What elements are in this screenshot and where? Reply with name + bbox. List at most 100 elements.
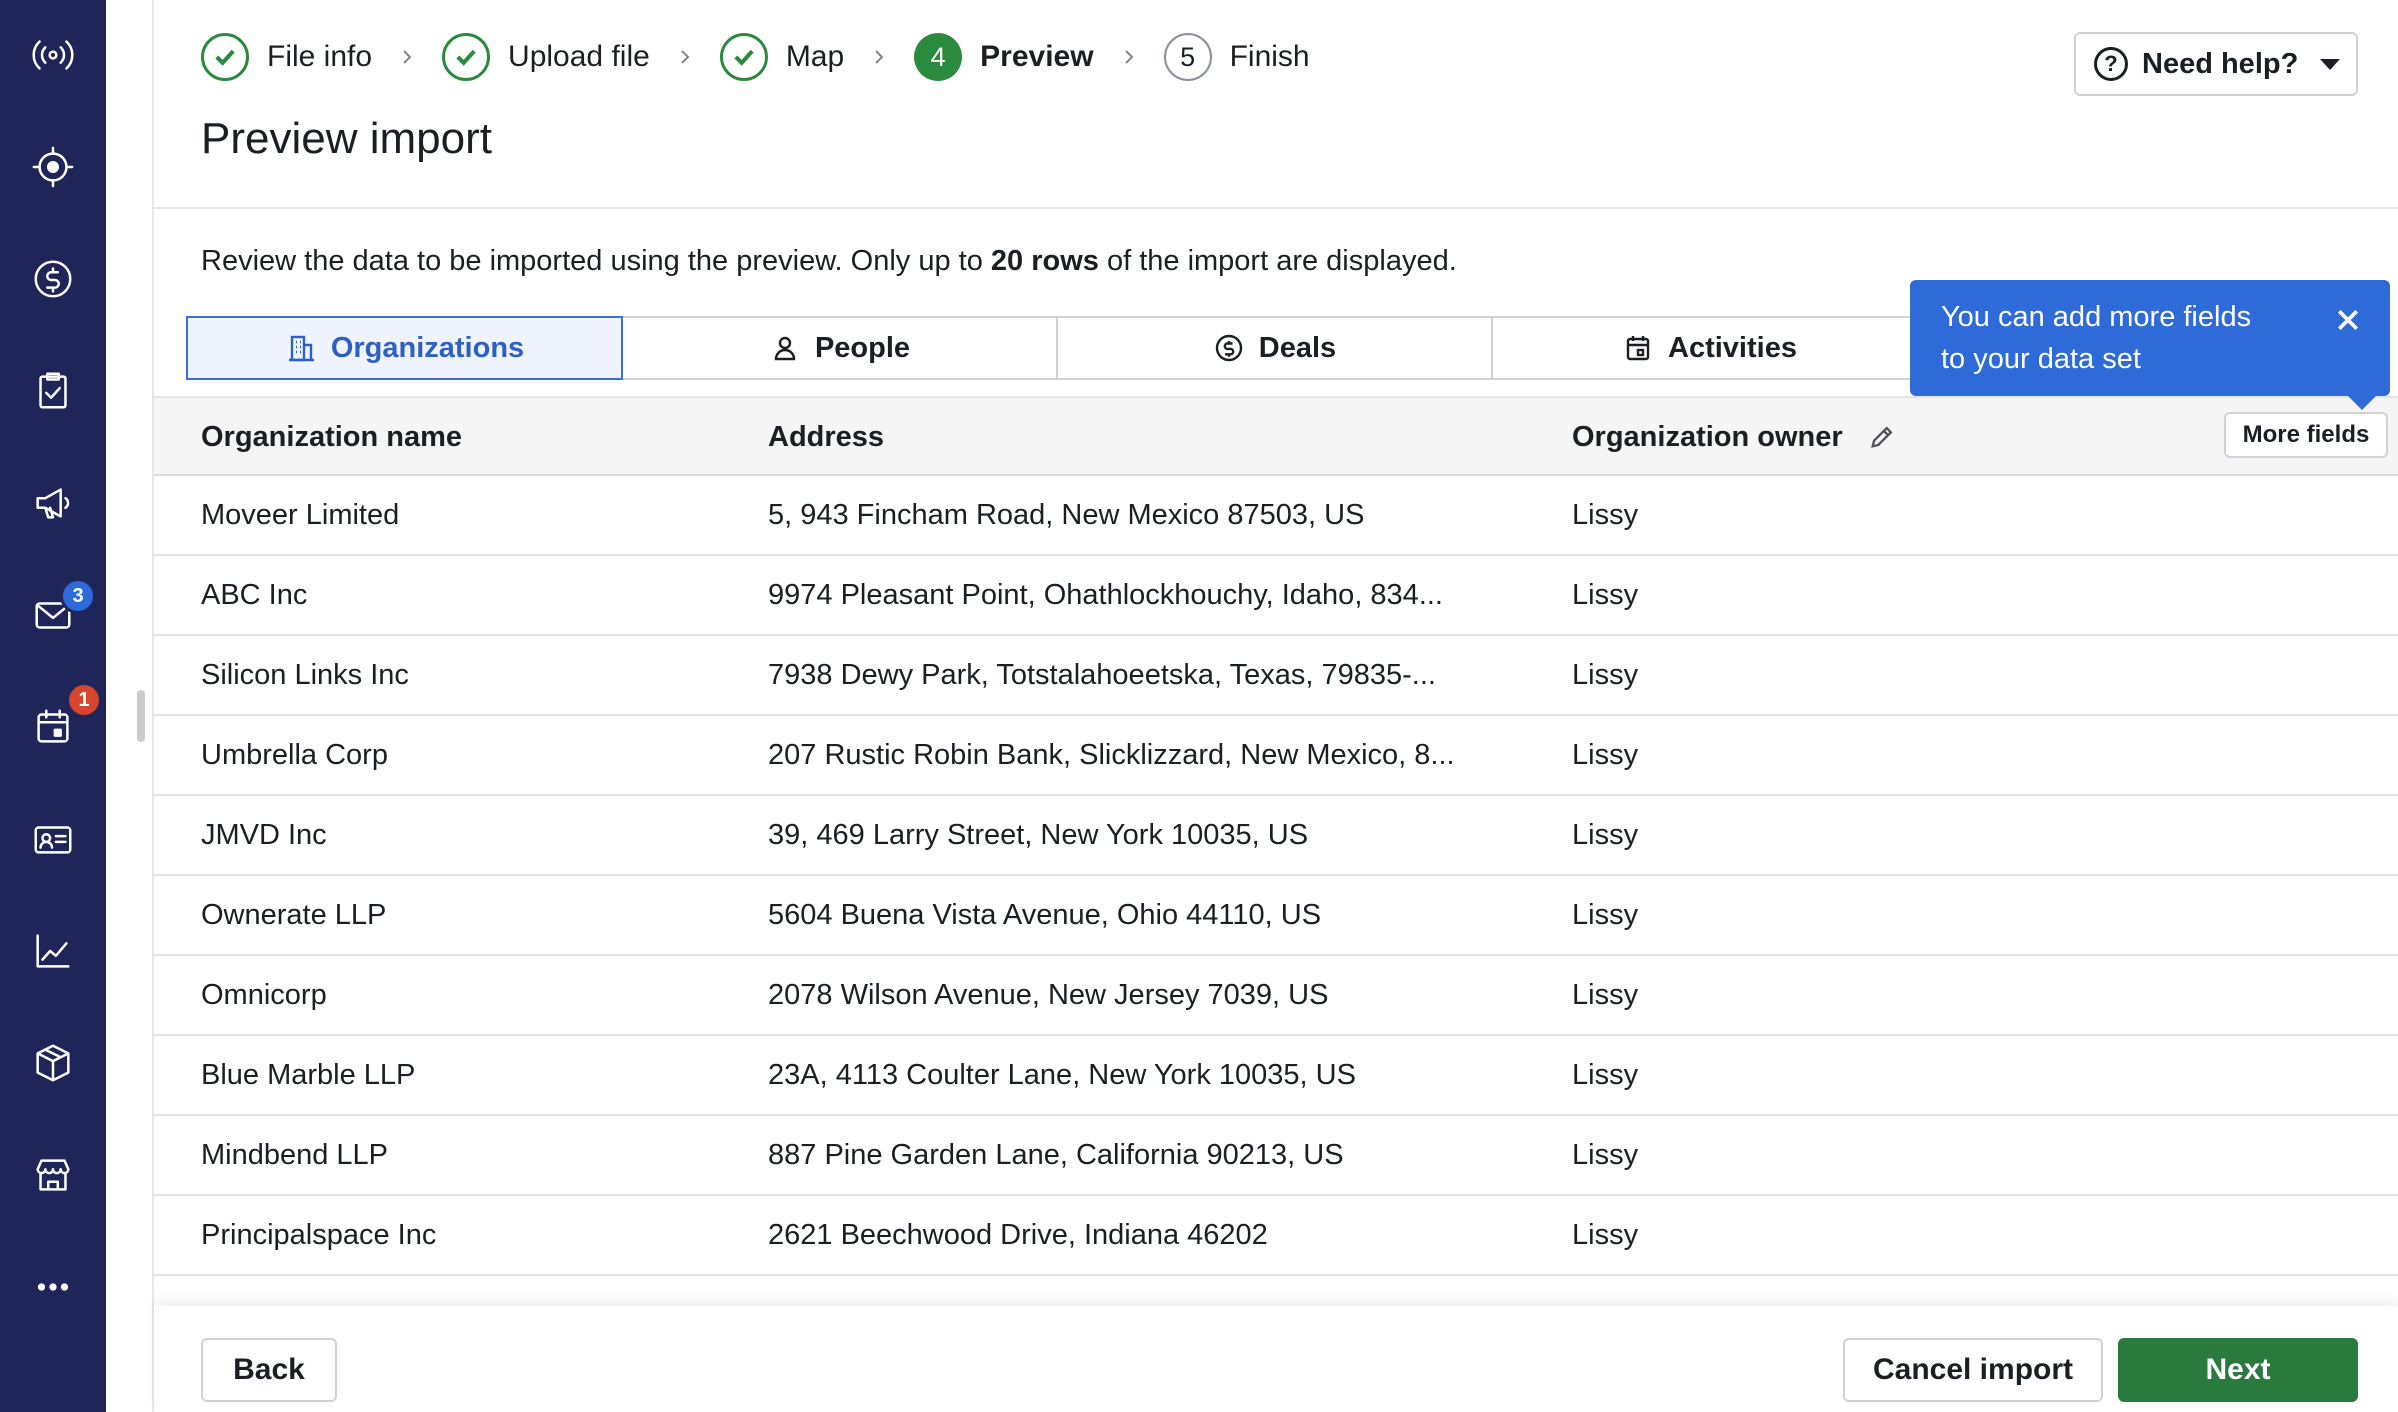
step-map: Map xyxy=(719,33,844,81)
table-header: Organization name Address Organization o… xyxy=(154,396,2398,476)
preview-description: Review the data to be imported using the… xyxy=(201,245,1457,278)
step-upload-file: Upload file xyxy=(442,33,650,81)
table-row: Mindbend LLP 887 Pine Garden Lane, Calif… xyxy=(154,1116,2398,1196)
step-label: File info xyxy=(267,40,373,73)
nav-contacts[interactable] xyxy=(0,794,106,884)
nav-deals[interactable] xyxy=(0,234,106,324)
building-icon xyxy=(288,335,314,362)
chevron-right-icon xyxy=(650,48,720,66)
need-help-label: Need help? xyxy=(2142,47,2299,80)
cell-organization-name: Ownerate LLP xyxy=(201,898,387,931)
page-title: Preview import xyxy=(201,114,492,163)
need-help-button[interactable]: ? Need help? xyxy=(2074,32,2358,96)
nav-insights[interactable] xyxy=(0,906,106,996)
next-button[interactable]: Next xyxy=(2118,1338,2358,1402)
contact-card-icon xyxy=(34,826,72,854)
step-label: Finish xyxy=(1229,40,1310,73)
cell-owner: Lissy xyxy=(1572,978,1639,1011)
tab-organizations[interactable]: Organizations xyxy=(186,316,623,380)
column-header-organization-owner: Organization owner xyxy=(1572,398,1897,476)
step-number: 5 xyxy=(1163,33,1212,81)
cell-organization-name: Mindbend LLP xyxy=(201,1138,389,1171)
table-row: ABC Inc 9974 Pleasant Point, Ohathlockho… xyxy=(154,556,2398,636)
cell-organization-name: Blue Marble LLP xyxy=(201,1058,416,1091)
table-row: Omnicorp 2078 Wilson Avenue, New Jersey … xyxy=(154,956,2398,1036)
cell-owner: Lissy xyxy=(1572,658,1639,691)
cell-owner: Lissy xyxy=(1572,1058,1639,1091)
sidebar: 3 1 xyxy=(0,0,106,1412)
preview-table: Organization name Address Organization o… xyxy=(154,396,2398,1306)
table-row: Ownerate LLP 5604 Buena Vista Avenue, Oh… xyxy=(154,876,2398,956)
cell-owner: Lissy xyxy=(1572,818,1639,851)
description-suffix: of the import are displayed. xyxy=(1098,245,1457,277)
table-row: Moveer Limited 5, 943 Fincham Road, New … xyxy=(154,476,2398,556)
column-header-organization-name: Organization name xyxy=(201,420,463,453)
cancel-import-button[interactable]: Cancel import xyxy=(1843,1338,2103,1402)
table-row: Principalspace Inc 2621 Beechwood Drive,… xyxy=(154,1196,2398,1276)
cell-organization-name: Moveer Limited xyxy=(201,498,400,531)
step-label: Upload file xyxy=(508,40,650,73)
check-icon xyxy=(201,33,249,81)
tooltip-close-button[interactable] xyxy=(2328,300,2368,340)
import-stepper: File info Upload file Map 4 Preview 5 Fi… xyxy=(201,32,1310,82)
cell-owner: Lissy xyxy=(1572,738,1639,771)
calendar-icon xyxy=(1626,336,1650,361)
calendar-badge: 1 xyxy=(66,682,102,718)
cell-owner: Lissy xyxy=(1572,498,1639,531)
nav-mail[interactable]: 3 xyxy=(0,570,106,660)
step-finish: 5 Finish xyxy=(1163,33,1310,81)
nav-calendar[interactable]: 1 xyxy=(0,682,106,772)
footer-bar: Back Cancel import Next xyxy=(154,1306,2398,1412)
nav-marketplace[interactable] xyxy=(0,1130,106,1220)
dollar-icon xyxy=(1215,334,1242,362)
chart-icon xyxy=(36,934,70,968)
tab-deals[interactable]: Deals xyxy=(1056,316,1493,380)
cell-organization-name: Omnicorp xyxy=(201,978,327,1011)
check-icon xyxy=(442,33,491,81)
cell-organization-name: Silicon Links Inc xyxy=(201,658,409,691)
cell-address: 2078 Wilson Avenue, New Jersey 7039, US xyxy=(768,978,1329,1011)
description-prefix: Review the data to be imported using the… xyxy=(201,245,991,277)
column-header-label: Organization owner xyxy=(1572,420,1843,453)
radar-icon xyxy=(32,40,74,70)
tab-label: Activities xyxy=(1668,331,1797,364)
person-icon xyxy=(774,336,796,361)
tooltip-arrow xyxy=(2348,396,2376,410)
nav-more[interactable] xyxy=(0,1242,106,1332)
nav-radar[interactable] xyxy=(0,10,106,100)
step-preview: 4 Preview xyxy=(914,33,1094,81)
nav-campaigns[interactable] xyxy=(0,458,106,548)
cell-organization-name: Principalspace Inc xyxy=(201,1218,437,1251)
cell-address: 887 Pine Garden Lane, California 90213, … xyxy=(768,1138,1344,1171)
cell-organization-name: Umbrella Corp xyxy=(201,738,388,771)
tab-activities[interactable]: Activities xyxy=(1491,316,1928,380)
tooltip-text-line-1: You can add more fields xyxy=(1941,301,2252,333)
tab-label: People xyxy=(814,331,911,364)
pencil-icon[interactable] xyxy=(1867,422,1897,452)
more-icon xyxy=(37,1283,69,1291)
nav-tasks[interactable] xyxy=(0,346,106,436)
cell-address: 5, 943 Fincham Road, New Mexico 87503, U… xyxy=(768,498,1365,531)
sidebar-resize-handle[interactable] xyxy=(137,690,145,742)
more-fields-button[interactable]: More fields xyxy=(2224,412,2388,458)
nav-leads[interactable] xyxy=(0,122,106,212)
cell-address: 39, 469 Larry Street, New York 10035, US xyxy=(768,818,1309,851)
chevron-right-icon xyxy=(372,48,442,66)
step-number: 4 xyxy=(914,33,963,81)
cell-owner: Lissy xyxy=(1572,1218,1639,1251)
chevron-right-icon xyxy=(844,48,914,66)
tab-label: Organizations xyxy=(330,331,525,364)
tab-people[interactable]: People xyxy=(621,316,1058,380)
cell-owner: Lissy xyxy=(1572,1138,1639,1171)
cell-owner: Lissy xyxy=(1572,578,1639,611)
table-row: JMVD Inc 39, 469 Larry Street, New York … xyxy=(154,796,2398,876)
entity-tabs: Organizations People Deals Activities xyxy=(186,316,1928,380)
back-button[interactable]: Back xyxy=(201,1338,337,1402)
table-row: Silicon Links Inc 7938 Dewy Park, Totsta… xyxy=(154,636,2398,716)
cell-organization-name: JMVD Inc xyxy=(201,818,327,851)
dollar-icon xyxy=(34,260,72,298)
cell-address: 207 Rustic Robin Bank, Slicklizzard, New… xyxy=(768,738,1455,771)
cell-address: 5604 Buena Vista Avenue, Ohio 44110, US xyxy=(768,898,1322,931)
nav-products[interactable] xyxy=(0,1018,106,1108)
column-header-address: Address xyxy=(768,420,885,453)
